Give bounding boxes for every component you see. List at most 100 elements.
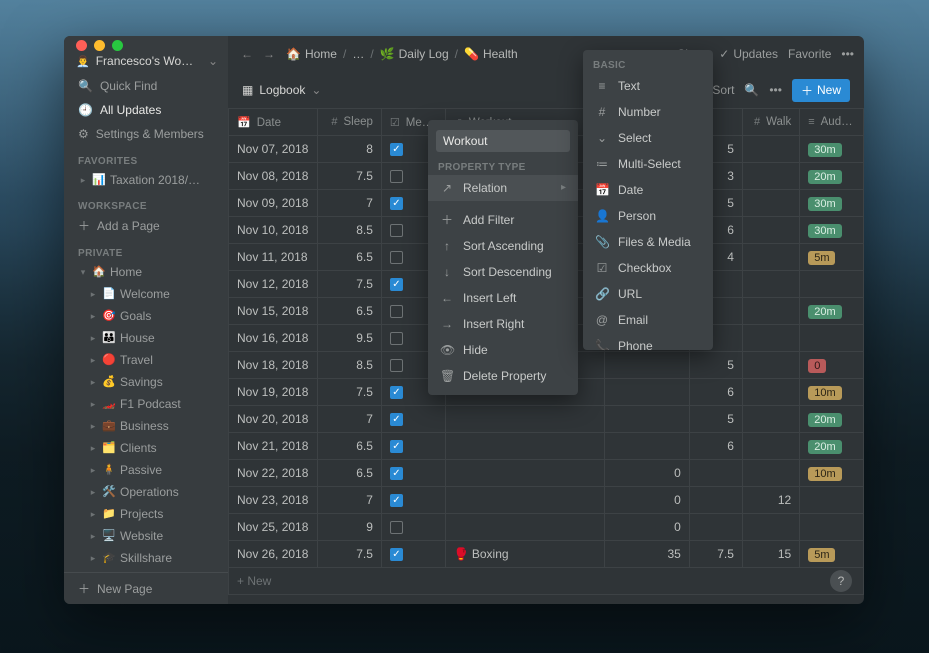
checkbox[interactable] bbox=[390, 278, 403, 291]
cell-sleep[interactable]: 6.5 bbox=[318, 460, 382, 487]
property-name-input[interactable] bbox=[436, 130, 570, 152]
back-button[interactable]: ← bbox=[238, 47, 256, 61]
type-option[interactable]: 📎 Files & Media bbox=[583, 229, 713, 255]
cell-audible[interactable]: 20m bbox=[800, 406, 864, 433]
cell-col6[interactable] bbox=[689, 514, 742, 541]
cell-date[interactable]: Nov 21, 2018 bbox=[229, 433, 318, 460]
favorite-button[interactable]: Favorite bbox=[788, 47, 831, 61]
menu-item[interactable]: → Insert Right bbox=[428, 311, 578, 337]
tree-item[interactable]: ▸ 👪 House bbox=[64, 327, 228, 349]
table-row[interactable]: Nov 21, 2018 6.5 6 20m bbox=[229, 433, 864, 460]
breadcrumb-item[interactable]: 🌿 Daily Log bbox=[380, 47, 449, 61]
cell-meditate[interactable] bbox=[381, 541, 445, 568]
cell-sleep[interactable]: 8.5 bbox=[318, 352, 382, 379]
disclosure-right-icon[interactable]: ▸ bbox=[88, 351, 98, 369]
cell-col6[interactable]: 5 bbox=[689, 352, 742, 379]
cell-audible[interactable] bbox=[800, 514, 864, 541]
tree-item[interactable]: ▸ 🎯 Goals bbox=[64, 305, 228, 327]
tree-item[interactable]: ▸ 📁 Projects bbox=[64, 503, 228, 525]
tree-item[interactable]: ▸ 💼 Business bbox=[64, 415, 228, 437]
checkbox[interactable] bbox=[390, 305, 403, 318]
checkbox[interactable] bbox=[390, 224, 403, 237]
checkbox[interactable] bbox=[390, 170, 403, 183]
cell-audible[interactable]: 30m bbox=[800, 217, 864, 244]
cell-col6[interactable]: 6 bbox=[689, 379, 742, 406]
menu-item[interactable]: 🗑 Delete Property bbox=[428, 363, 578, 389]
cell-walk[interactable] bbox=[742, 217, 799, 244]
cell-sleep[interactable]: 6.5 bbox=[318, 244, 382, 271]
menu-item[interactable]: ↑ Sort Ascending bbox=[428, 233, 578, 259]
checkbox[interactable] bbox=[390, 197, 403, 210]
cell-meditate[interactable] bbox=[381, 433, 445, 460]
checkbox[interactable] bbox=[390, 548, 403, 561]
checkbox[interactable] bbox=[390, 521, 403, 534]
cell-sleep[interactable]: 7 bbox=[318, 406, 382, 433]
tree-item[interactable]: ▸ 🏎️ F1 Podcast bbox=[64, 393, 228, 415]
menu-item[interactable]: ← Insert Left bbox=[428, 285, 578, 311]
tree-item[interactable]: ▸ 🔴 Travel bbox=[64, 349, 228, 371]
disclosure-right-icon[interactable]: ▸ bbox=[88, 439, 98, 457]
cell-audible[interactable]: 0 bbox=[800, 352, 864, 379]
cell-audible[interactable] bbox=[800, 487, 864, 514]
disclosure-right-icon[interactable]: ▸ bbox=[88, 285, 98, 303]
column-header-sleep[interactable]: #Sleep bbox=[318, 109, 382, 136]
cell-meditate[interactable] bbox=[381, 487, 445, 514]
column-header-walk[interactable]: #Walk bbox=[742, 109, 799, 136]
cell-audible[interactable]: 30m bbox=[800, 136, 864, 163]
settings-members[interactable]: ⚙︎ Settings & Members bbox=[64, 122, 228, 146]
cell-col6[interactable]: 5 bbox=[689, 406, 742, 433]
tree-item[interactable]: ▸ 🎓 Skillshare bbox=[64, 547, 228, 569]
cell-walk[interactable] bbox=[742, 514, 799, 541]
cell-col5[interactable] bbox=[604, 352, 689, 379]
cell-date[interactable]: Nov 25, 2018 bbox=[229, 514, 318, 541]
column-header-audible[interactable]: ≡Audible bbox=[800, 109, 864, 136]
disclosure-right-icon[interactable]: ▸ bbox=[88, 483, 98, 501]
cell-date[interactable]: Nov 16, 2018 bbox=[229, 325, 318, 352]
cell-sleep[interactable]: 9.5 bbox=[318, 325, 382, 352]
cell-sleep[interactable]: 6.5 bbox=[318, 298, 382, 325]
forward-button[interactable]: → bbox=[260, 47, 278, 61]
table-row[interactable]: Nov 20, 2018 7 5 20m bbox=[229, 406, 864, 433]
quick-find[interactable]: 🔍 Quick Find bbox=[64, 74, 228, 98]
cell-workout[interactable] bbox=[445, 487, 604, 514]
tree-item[interactable]: ▸ 🧍 Passive bbox=[64, 459, 228, 481]
cell-sleep[interactable]: 7.5 bbox=[318, 541, 382, 568]
more-icon[interactable]: ••• bbox=[769, 83, 782, 97]
checkbox[interactable] bbox=[390, 359, 403, 372]
disclosure-right-icon[interactable]: ▸ bbox=[88, 549, 98, 567]
tree-item[interactable]: ▸ 💰 Savings bbox=[64, 371, 228, 393]
checkbox[interactable] bbox=[390, 413, 403, 426]
cell-sleep[interactable]: 6.5 bbox=[318, 433, 382, 460]
cell-meditate[interactable] bbox=[381, 514, 445, 541]
help-button[interactable]: ? bbox=[830, 570, 852, 592]
menu-item[interactable]: ＋ Add Filter bbox=[428, 207, 578, 233]
cell-sleep[interactable]: 7.5 bbox=[318, 163, 382, 190]
menu-item[interactable]: ↓ Sort Descending bbox=[428, 259, 578, 285]
cell-col6[interactable] bbox=[689, 460, 742, 487]
cell-meditate[interactable] bbox=[381, 406, 445, 433]
type-option[interactable]: 📅 Date bbox=[583, 177, 713, 203]
checkbox[interactable] bbox=[390, 440, 403, 453]
disclosure-right-icon[interactable]: ▸ bbox=[88, 329, 98, 347]
cell-date[interactable]: Nov 20, 2018 bbox=[229, 406, 318, 433]
new-button[interactable]: ＋New bbox=[792, 79, 850, 102]
cell-walk[interactable] bbox=[742, 298, 799, 325]
breadcrumb-item[interactable]: 💊 Health bbox=[464, 47, 518, 61]
disclosure-right-icon[interactable]: ▸ bbox=[88, 527, 98, 545]
cell-walk[interactable] bbox=[742, 460, 799, 487]
cell-walk[interactable] bbox=[742, 271, 799, 298]
type-option[interactable]: ≔ Multi-Select bbox=[583, 151, 713, 177]
column-header-date[interactable]: 📅Date bbox=[229, 109, 318, 136]
checkbox[interactable] bbox=[390, 251, 403, 264]
tree-item[interactable]: ▸ 🖥️ Website bbox=[64, 525, 228, 547]
cell-sleep[interactable]: 7 bbox=[318, 190, 382, 217]
type-option[interactable]: 👤 Person bbox=[583, 203, 713, 229]
table-row[interactable]: Nov 25, 2018 9 0 bbox=[229, 514, 864, 541]
cell-meditate[interactable] bbox=[381, 460, 445, 487]
add-a-page[interactable]: ＋ Add a Page bbox=[64, 214, 228, 238]
cell-audible[interactable]: 10m bbox=[800, 460, 864, 487]
tree-item-home[interactable]: ▾ 🏠 Home bbox=[64, 261, 228, 283]
add-row[interactable]: + New bbox=[229, 568, 864, 595]
cell-walk[interactable]: 12 bbox=[742, 487, 799, 514]
cell-audible[interactable]: 20m bbox=[800, 298, 864, 325]
